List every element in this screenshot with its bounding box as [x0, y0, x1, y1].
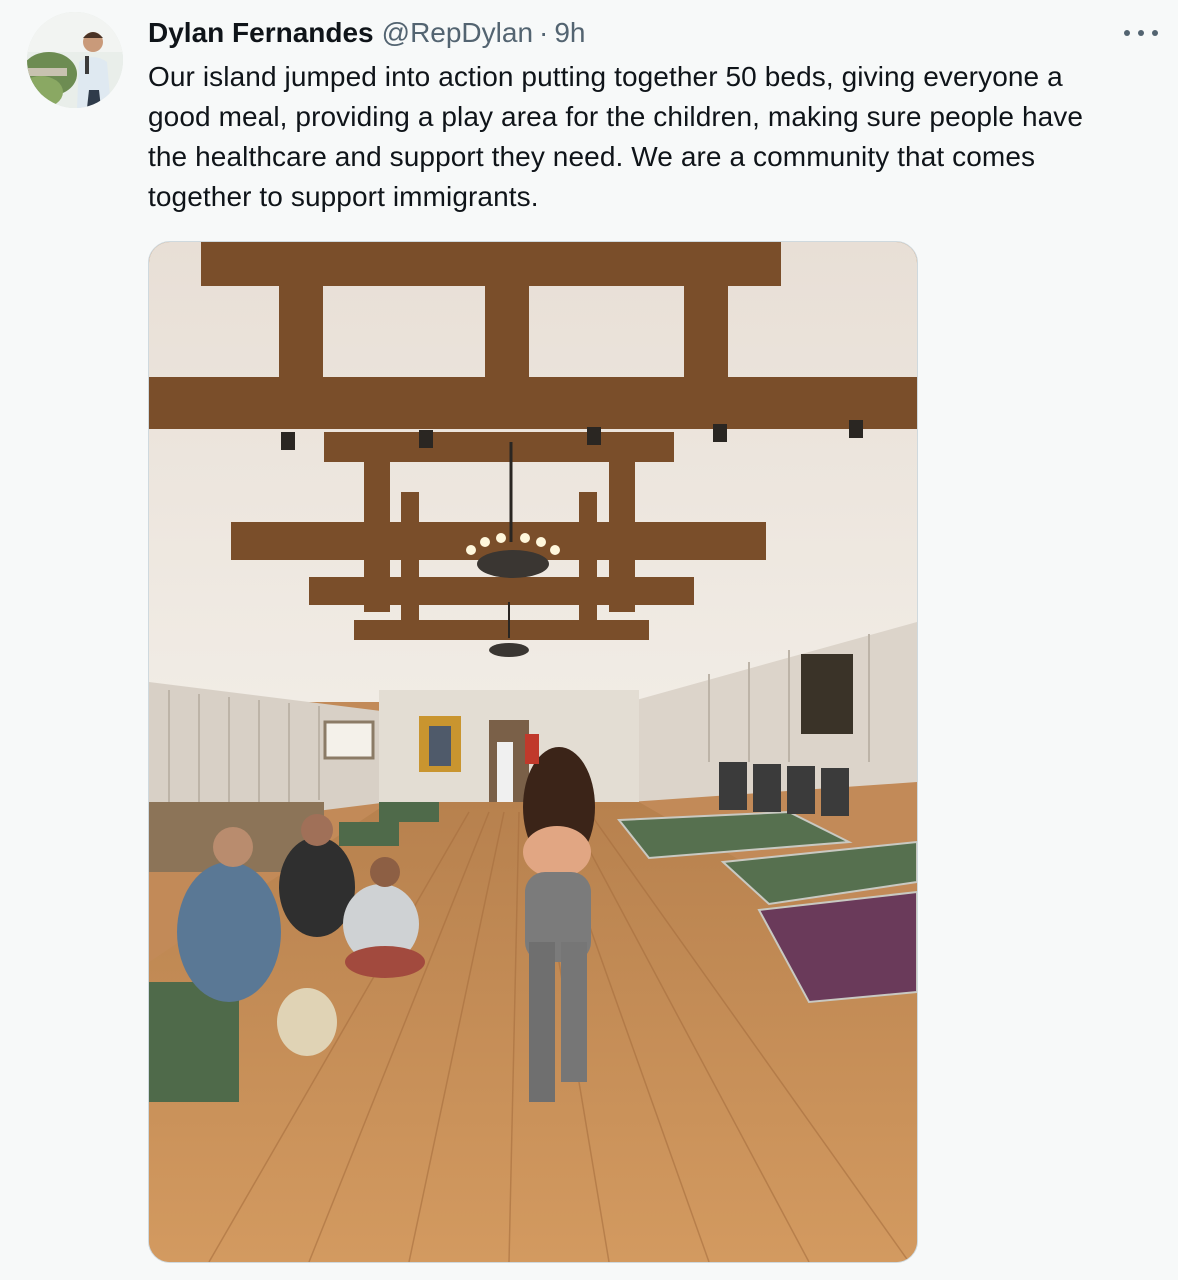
more-horizontal-icon[interactable]	[1124, 20, 1158, 46]
avatar[interactable]	[27, 12, 123, 108]
tweet-header: Dylan Fernandes @RepDylan · 9h	[148, 15, 586, 51]
shelter-hall-photo	[149, 242, 917, 1262]
separator-dot: ·	[539, 17, 549, 48]
tweet-text: Our island jumped into action putting to…	[148, 61, 1084, 212]
tweet[interactable]: Dylan Fernandes @RepDylan · 9h Our islan…	[0, 0, 1178, 1280]
tweet-photo[interactable]	[148, 241, 918, 1263]
author-name[interactable]: Dylan Fernandes	[148, 15, 374, 51]
timestamp[interactable]: 9h	[554, 15, 585, 51]
avatar-photo	[27, 12, 123, 108]
author-handle[interactable]: @RepDylan	[382, 15, 533, 51]
